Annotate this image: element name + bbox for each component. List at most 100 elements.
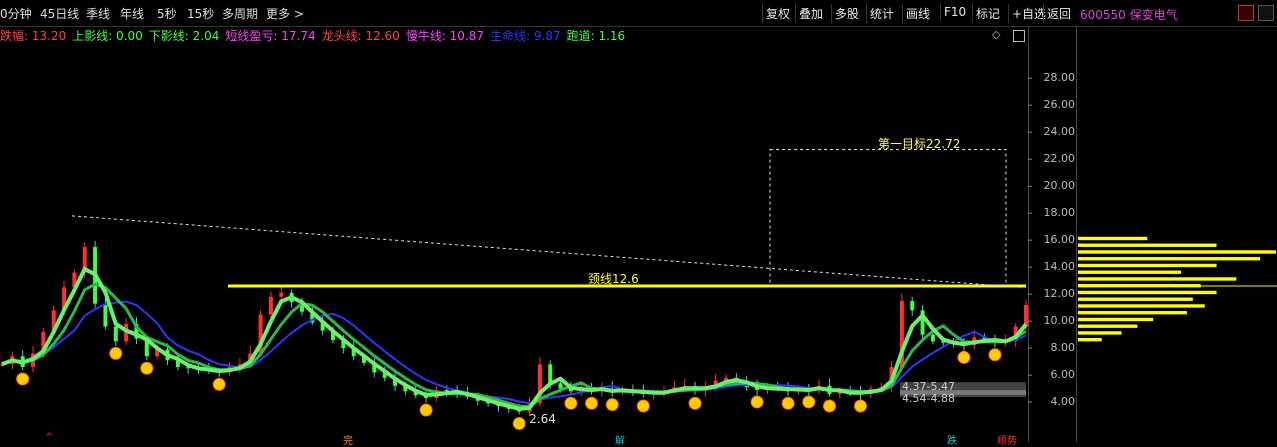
candle-body (62, 287, 67, 311)
low-price-label: 2.64 (529, 412, 556, 427)
candle-body (630, 389, 635, 392)
candle-body (527, 403, 532, 412)
indicator-legend: 跌幅: 13.20 上影线: 0.00 下影线: 2.04 短线盈亏: 17.74 龙头… (0, 27, 631, 43)
candle-body (537, 364, 542, 404)
signal-circle (140, 361, 154, 375)
candle-body (496, 403, 501, 407)
tool-button-4[interactable]: 画线 (902, 4, 933, 23)
candle-body (568, 388, 573, 392)
signal-circle (109, 346, 123, 360)
range-label-2: 4.54-4.88 (902, 392, 955, 406)
candle-body (455, 391, 460, 395)
candle-body (879, 387, 884, 389)
candle-body (506, 406, 511, 409)
signal-circle (802, 395, 816, 409)
signal-circle (957, 350, 971, 364)
candle-body (930, 334, 935, 342)
candle-body (589, 387, 594, 392)
legend-item-1: 上影线: 0.00 (72, 29, 143, 43)
candle-body (351, 348, 356, 357)
candle-body (237, 364, 242, 368)
candle-body (744, 381, 749, 388)
candle-body (651, 392, 656, 395)
signal-mark-0: ^ (45, 432, 54, 443)
candle-body (703, 387, 708, 392)
tool-button-5[interactable]: F10 (940, 4, 969, 20)
candle-body (806, 388, 811, 390)
candle-body (641, 391, 646, 395)
tool-button-8[interactable]: 返回 (1043, 4, 1074, 23)
tool-button-1[interactable]: 叠加 (795, 4, 826, 23)
candle-body (599, 388, 604, 392)
candle-body (134, 323, 139, 339)
candle-body (848, 391, 853, 393)
candle-body (941, 341, 946, 343)
candle-body (0, 364, 4, 366)
candle-body (486, 400, 491, 404)
candle-body (206, 369, 211, 372)
price-chart[interactable] (0, 0, 1277, 442)
tool-button-0[interactable]: 复权 (762, 4, 793, 23)
y-tick-label: 26.00 (1043, 98, 1076, 112)
profile-bar (1078, 338, 1102, 342)
period-tab-1[interactable]: 45日线 (40, 5, 79, 22)
candle-body (868, 388, 873, 395)
signal-circle (854, 399, 868, 413)
period-tab-5[interactable]: 15秒 (187, 5, 214, 22)
signal-mark-2: 解 (615, 436, 625, 447)
candle-body (31, 353, 36, 368)
period-tab-6[interactable]: 多周期 (222, 5, 258, 22)
tool-button-3[interactable]: 统计 (866, 4, 897, 23)
diamond-icon[interactable]: ◇ (992, 28, 1000, 41)
candle-body (620, 389, 625, 393)
legend-item-6: 生命线: 9.87 (490, 29, 561, 43)
candle-body (82, 246, 87, 273)
candle-body (517, 408, 522, 412)
legend-item-0: 跌幅: 13.20 (0, 29, 67, 43)
fast-ma-line (1, 266, 1028, 411)
candle-body (186, 367, 191, 369)
candle-body (661, 391, 666, 393)
candle-body (155, 349, 160, 357)
period-tab-2[interactable]: 季线 (86, 5, 110, 22)
candle-body (413, 391, 418, 396)
y-tick-label: 24.00 (1043, 125, 1076, 139)
legend-item-3: 短线盈亏: 17.74 (225, 29, 316, 43)
candle-body (713, 380, 718, 388)
period-tab-0[interactable]: 0分钟 (0, 5, 32, 22)
profile-bar (1078, 304, 1205, 308)
stock-title: 600550 保变电气 (1080, 8, 1178, 22)
window-icon[interactable] (1258, 5, 1274, 21)
signal-circle (585, 396, 599, 410)
candle-body (899, 300, 904, 368)
profile-bar (1078, 270, 1181, 274)
profile-bar (1078, 236, 1148, 241)
candle-body (393, 377, 398, 386)
period-tab-7[interactable]: 更多 > (266, 5, 304, 22)
candle-body (341, 340, 346, 349)
signal-circle (419, 403, 433, 417)
top-toolbar: 0分钟 45日线 季线 年线 5秒 15秒 多周期 更多 > 复权 叠加 多股 统计 画线 F10 标记 +… (0, 0, 1277, 27)
period-tab-3[interactable]: 年线 (120, 5, 144, 22)
candle-body (734, 377, 739, 382)
mid-ma-line (1, 282, 1027, 409)
legend-item-4: 龙头线: 12.60 (321, 29, 400, 43)
signal-circle (750, 395, 764, 409)
candle-body (444, 389, 449, 392)
period-tab-4[interactable]: 5秒 (157, 5, 177, 22)
candle-body (972, 337, 977, 346)
candle-body (558, 383, 563, 389)
candle-body (982, 337, 987, 341)
candle-body (258, 314, 263, 354)
slow-ma-line (1, 300, 1027, 405)
menu-icon[interactable] (1238, 5, 1254, 21)
tool-button-2[interactable]: 多股 (831, 4, 862, 23)
candle-body (475, 396, 480, 401)
candle-body (920, 310, 925, 335)
candle-body (320, 322, 325, 331)
maximize-icon[interactable] (1013, 30, 1025, 42)
y-tick-label: 10.00 (1043, 314, 1076, 328)
y-tick-label: 12.00 (1043, 287, 1076, 301)
candle-body (217, 371, 222, 373)
tool-button-6[interactable]: 标记 (972, 4, 1003, 23)
